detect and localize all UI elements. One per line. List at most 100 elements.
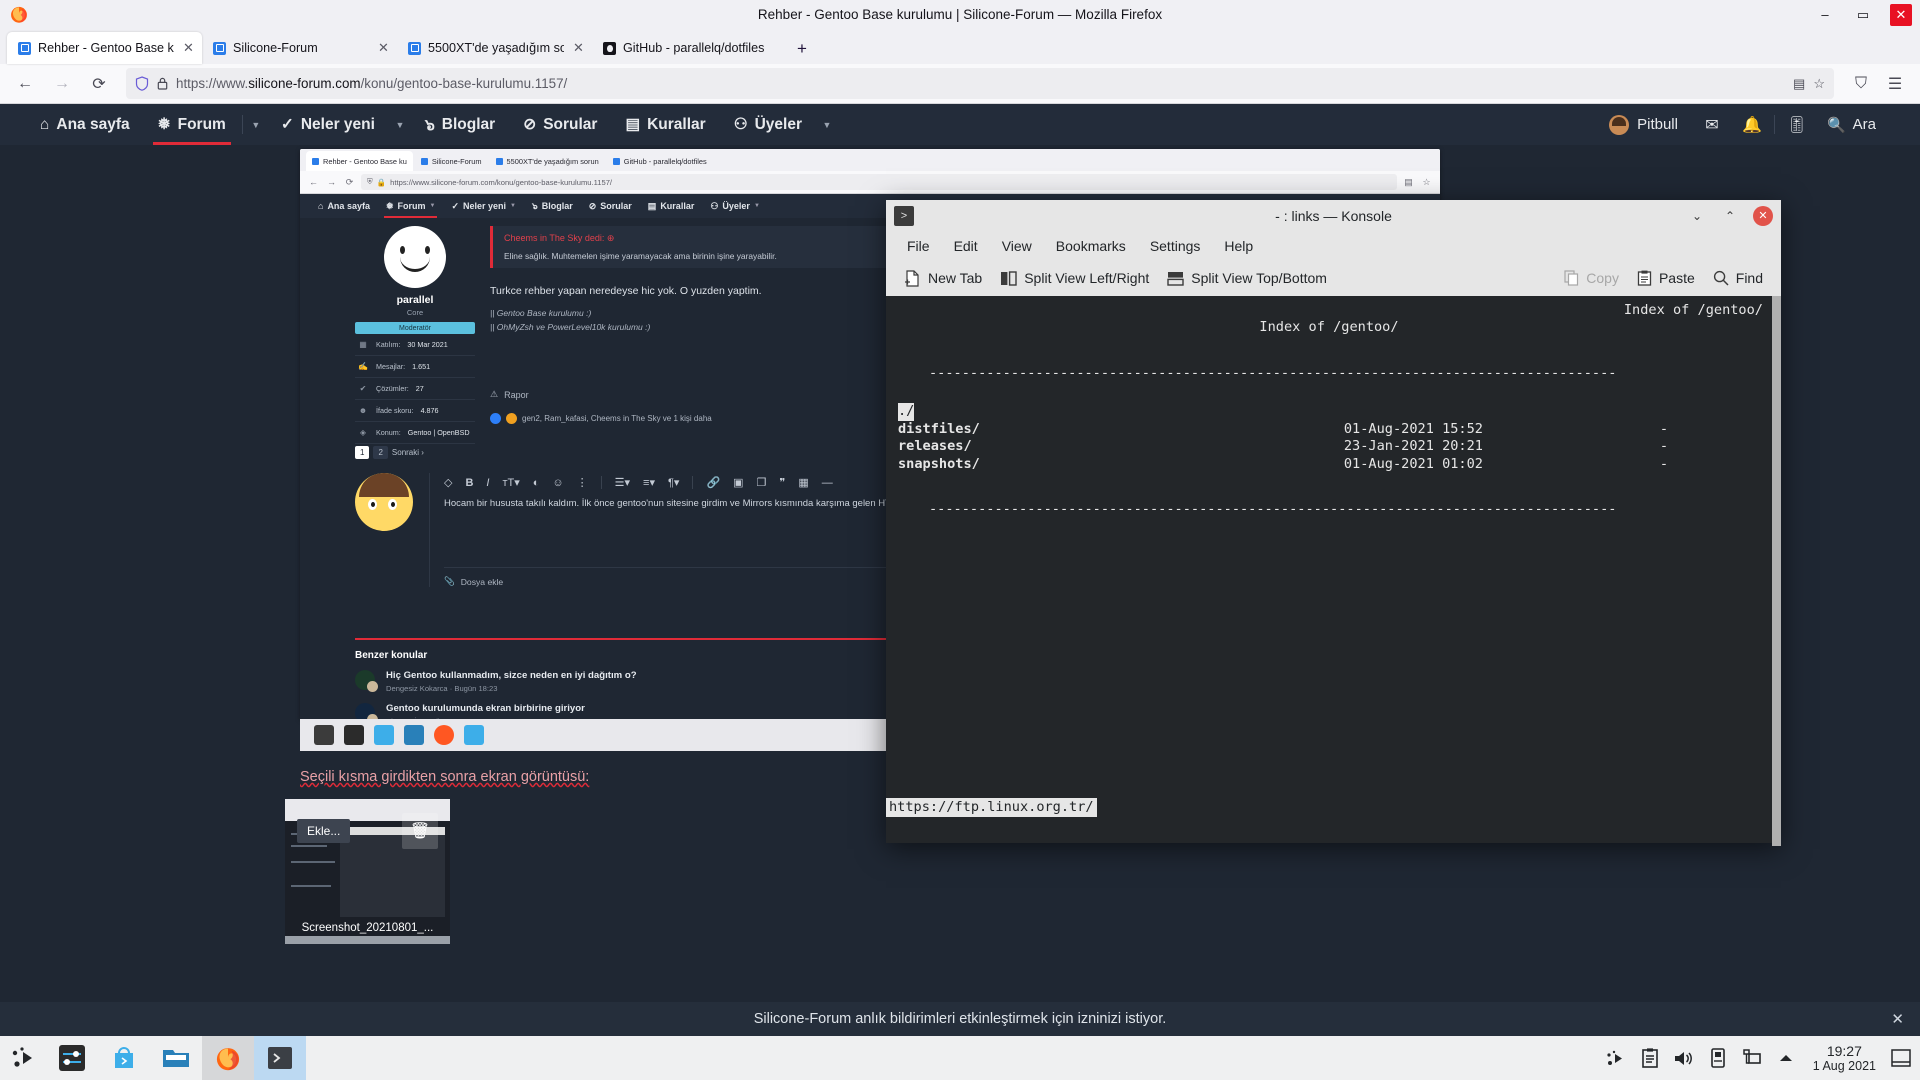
search-button[interactable]: 🔍 Ara <box>1817 116 1894 134</box>
taskbar-file-manager[interactable] <box>150 1036 202 1080</box>
snowflake-icon: ❅ <box>157 116 171 133</box>
bold-icon: B <box>465 476 474 489</box>
tab-label: Rehber - Gentoo Base kuru <box>38 41 174 55</box>
close-button[interactable]: ✕ <box>1753 205 1773 226</box>
toolbar-label: Copy <box>1586 270 1619 286</box>
nav-divider <box>1773 115 1775 134</box>
chevron-down-icon-forum[interactable]: ▼ <box>245 104 267 145</box>
taskbar-konsole[interactable] <box>254 1036 306 1080</box>
terminal-scrollbar[interactable] <box>1772 296 1781 846</box>
back-button[interactable]: ← <box>9 69 41 99</box>
new-tab-button[interactable]: + <box>787 34 817 64</box>
terminal-row-2[interactable]: releases/ 23-Jan-2021 20:21 - <box>886 438 1772 456</box>
firefox-icon <box>434 725 454 745</box>
kde-connect-icon[interactable] <box>1599 1036 1633 1080</box>
settings-icon <box>344 725 364 745</box>
menu-help[interactable]: Help <box>1212 231 1265 260</box>
browser-tab-1[interactable]: Rehber - Gentoo Base kuru ✕ <box>7 32 202 64</box>
hamburger-menu-icon[interactable]: ☰ <box>1879 69 1911 99</box>
sliders-icon[interactable]: 🎚 <box>1777 104 1817 145</box>
author-badge: Moderatör <box>355 322 475 334</box>
minimize-button[interactable]: – <box>1814 4 1836 26</box>
paste-button[interactable]: Paste <box>1628 263 1704 293</box>
shade-button[interactable]: ⌄ <box>1687 206 1707 226</box>
user-menu[interactable]: Pitbull <box>1595 114 1692 135</box>
snowflake-icon: ❅ <box>385 200 394 211</box>
taskbar-settings[interactable] <box>46 1036 98 1080</box>
usb-icon[interactable] <box>1701 1036 1735 1080</box>
envelope-icon[interactable]: ✉ <box>1692 104 1732 145</box>
trash-icon[interactable]: 🗑 <box>402 813 438 849</box>
tab-label: 5500XT'de yaşadığım sorun <box>428 41 564 55</box>
browser-tab-4[interactable]: GitHub - parallelq/dotfiles <box>592 32 787 64</box>
nav-bloglar[interactable]: ๖ Bloglar <box>411 104 509 145</box>
volume-icon[interactable] <box>1667 1036 1701 1080</box>
remove-format-icon: ◇ <box>444 477 453 489</box>
tab-close-icon[interactable]: ✕ <box>376 40 391 56</box>
clock[interactable]: 19:27 1 Aug 2021 <box>1803 1043 1886 1073</box>
chevron-down-icon-neler-yeni[interactable]: ▼ <box>389 104 411 145</box>
reader-view-icon[interactable]: ▤ <box>1793 76 1805 92</box>
topic-avatar <box>355 703 378 719</box>
terminal-output[interactable]: Index of /gentoo/ Index of /gentoo/ ----… <box>886 296 1772 843</box>
browser-tab-3[interactable]: 5500XT'de yaşadığım sorun ✕ <box>397 32 592 64</box>
bookmark-star-icon[interactable]: ☆ <box>1813 76 1825 92</box>
nav-forum[interactable]: ❅ Forum <box>144 104 240 145</box>
text-color-icon: ◐ <box>532 476 540 489</box>
split-view-lr-button[interactable]: Split View Left/Right <box>991 263 1158 293</box>
menu-edit[interactable]: Edit <box>942 231 990 260</box>
nav-uyeler[interactable]: ⚇ Üyeler <box>720 104 816 145</box>
konsole-window[interactable]: > - : links — Konsole ⌄ ⌃ ✕ File Edit Vi… <box>886 200 1781 846</box>
terminal-row-1[interactable]: distfiles/ 01-Aug-2021 15:52 - <box>886 421 1772 439</box>
embedded-tab-3: 5500XT'de yaşadığım sorun <box>490 151 605 171</box>
nav-ana-sayfa[interactable]: ⌂ Ana sayfa <box>26 104 144 145</box>
embedded-nav-neler-yeni: ✓ Neler yeni ▼ <box>451 200 516 212</box>
bell-icon[interactable]: 🔔 <box>1732 104 1772 145</box>
chevron-down-icon-uyeler[interactable]: ▼ <box>816 104 838 145</box>
scrollbar-thumb[interactable] <box>1772 296 1781 846</box>
add-attachment-button[interactable]: Ekle... <box>297 819 351 843</box>
toolbar-label: Paste <box>1658 270 1695 286</box>
close-icon[interactable]: ✕ <box>1891 1010 1904 1028</box>
entry-name: releases/ <box>898 438 972 454</box>
pocket-icon[interactable]: ⛉ <box>1845 69 1877 99</box>
kde-launcher-icon[interactable] <box>0 1036 46 1080</box>
chip-icon <box>612 157 620 165</box>
maximize-button[interactable]: ▭ <box>1852 4 1874 26</box>
clipboard-icon[interactable] <box>1633 1036 1667 1080</box>
close-button[interactable]: ✕ <box>1890 3 1912 26</box>
menu-settings[interactable]: Settings <box>1138 231 1213 260</box>
quote-icon: ❞ <box>779 477 786 489</box>
split-view-tb-button[interactable]: Split View Top/Bottom <box>1158 263 1336 293</box>
menu-bookmarks[interactable]: Bookmarks <box>1044 231 1138 260</box>
new-tab-icon <box>905 269 919 287</box>
chevron-down-icon: ▼ <box>429 203 436 209</box>
new-tab-button[interactable]: New Tab <box>895 263 991 293</box>
forward-button[interactable]: → <box>46 69 78 99</box>
find-button[interactable]: Find <box>1704 263 1772 293</box>
tray-expand-icon[interactable] <box>1769 1036 1803 1080</box>
menu-file[interactable]: File <box>895 231 942 260</box>
url-bar[interactable]: https://www.silicone-forum.com/konu/gent… <box>126 68 1834 99</box>
browser-tab-2[interactable]: Silicone-Forum ✕ <box>202 32 397 64</box>
book-icon: ▤ <box>647 200 657 211</box>
konsole-toolbar: New Tab Split View Left/Right Split View… <box>886 260 1781 296</box>
nav-kurallar[interactable]: ▤ Kurallar <box>611 104 719 145</box>
network-icon[interactable] <box>1735 1036 1769 1080</box>
attachment-thumbnail[interactable]: Ekle... 🗑 Screenshot_20210801_... <box>285 799 450 944</box>
chip-icon <box>408 41 421 55</box>
stat-mesajlar: ✍ Mesajlar: 1.651 <box>355 356 475 378</box>
unshade-button[interactable]: ⌃ <box>1720 206 1740 226</box>
nav-neler-yeni[interactable]: ✓ Neler yeni <box>267 104 389 145</box>
taskbar-firefox[interactable] <box>202 1036 254 1080</box>
show-desktop-icon[interactable] <box>1886 1036 1916 1080</box>
tab-close-icon[interactable]: ✕ <box>181 40 196 56</box>
avatar <box>1609 114 1630 135</box>
taskbar-discover[interactable] <box>98 1036 150 1080</box>
avatar-hair <box>359 473 409 497</box>
reload-button[interactable]: ⟳ <box>83 69 115 99</box>
nav-sorular[interactable]: ⊘ Sorular <box>509 104 611 145</box>
tab-close-icon[interactable]: ✕ <box>571 40 586 56</box>
menu-view[interactable]: View <box>990 231 1044 260</box>
terminal-row-3[interactable]: snapshots/ 01-Aug-2021 01:02 - <box>886 456 1772 474</box>
